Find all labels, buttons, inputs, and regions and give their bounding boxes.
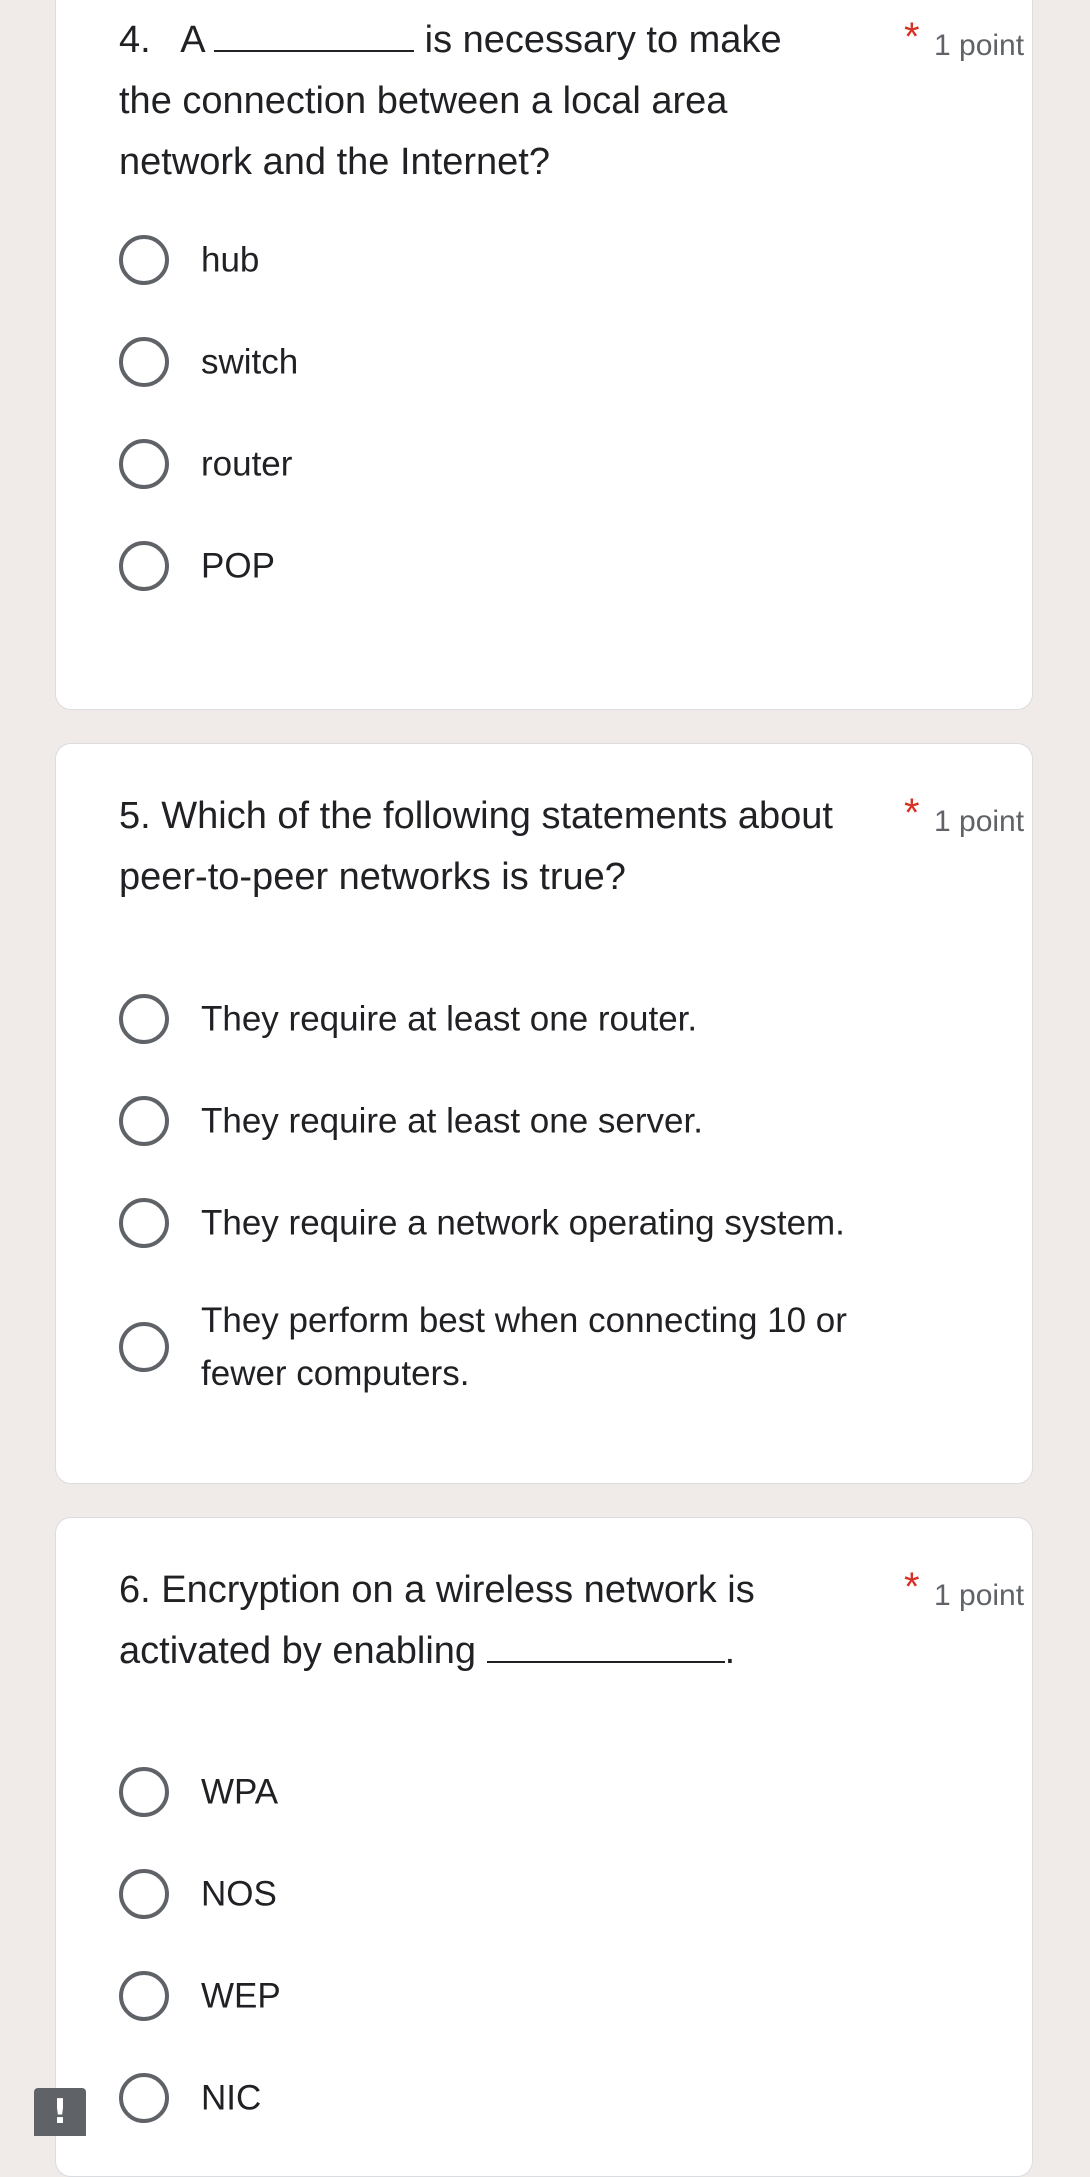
question-title: 6. Encryption on a wireless network is a…	[119, 1569, 755, 1672]
radio-button[interactable]	[119, 2073, 169, 2123]
question-card-6: 6. Encryption on a wireless network is a…	[55, 1517, 1033, 2177]
option-server-required[interactable]: They require at least one server.	[119, 1081, 969, 1161]
option-nos-required[interactable]: They require a network operating system.	[119, 1183, 969, 1263]
radio-button[interactable]	[119, 1198, 169, 1248]
radio-button[interactable]	[119, 439, 169, 489]
option-label: hub	[201, 240, 260, 280]
option-router-required[interactable]: They require at least one router.	[119, 979, 969, 1059]
radio-button[interactable]	[119, 235, 169, 285]
option-label: POP	[201, 546, 275, 586]
option-label: router	[201, 444, 293, 484]
question-number: 5.	[119, 795, 151, 837]
question-header: 5. Which of the following statements abo…	[119, 786, 1024, 926]
option-label: They perform best when connecting 10 or …	[201, 1301, 847, 1393]
option-label: switch	[201, 342, 299, 382]
option-hub[interactable]: hub	[119, 220, 969, 300]
question-card-4: 4. A is necessary to make the connection…	[55, 0, 1033, 710]
option-label: They require at least one router.	[201, 999, 698, 1039]
report-issue-icon[interactable]: !	[34, 2088, 86, 2136]
option-wpa[interactable]: WPA	[119, 1752, 969, 1832]
option-label: WEP	[201, 1976, 281, 2016]
question-number: 6.	[119, 1569, 151, 1611]
required-asterisk: *	[904, 1565, 920, 1609]
option-label: NOS	[201, 1874, 277, 1914]
fill-in-blank	[214, 14, 415, 52]
required-asterisk: *	[904, 15, 920, 59]
radio-button[interactable]	[119, 337, 169, 387]
option-wep[interactable]: WEP	[119, 1956, 969, 2036]
question-title: 4. A is necessary to make the connection…	[119, 10, 839, 193]
points-label: 1 point	[934, 29, 1025, 62]
radio-button[interactable]	[119, 541, 169, 591]
option-nos[interactable]: NOS	[119, 1854, 969, 1934]
radio-button[interactable]	[119, 1869, 169, 1919]
radio-button[interactable]	[119, 1767, 169, 1817]
option-router[interactable]: router	[119, 424, 969, 504]
question-header: 4. A is necessary to make the connection…	[119, 10, 1024, 183]
radio-button[interactable]	[119, 1971, 169, 2021]
radio-button[interactable]	[119, 1322, 169, 1372]
question-number: 4.	[119, 19, 151, 61]
option-label: NIC	[201, 2078, 262, 2118]
required-asterisk: *	[904, 791, 920, 835]
option-switch[interactable]: switch	[119, 322, 969, 402]
option-pop[interactable]: POP	[119, 526, 969, 606]
radio-button[interactable]	[119, 1096, 169, 1146]
fill-in-blank	[486, 1625, 725, 1663]
radio-button[interactable]	[119, 994, 169, 1044]
option-label: WPA	[201, 1772, 279, 1812]
option-label: They require at least one server.	[201, 1101, 703, 1141]
option-nic[interactable]: NIC	[119, 2058, 969, 2138]
points-label: 1 point	[934, 1579, 1025, 1612]
question-title: 5. Which of the following statements abo…	[119, 795, 833, 898]
question-header: 6. Encryption on a wireless network is a…	[119, 1560, 1024, 1700]
points-label: 1 point	[934, 805, 1025, 838]
option-ten-or-fewer[interactable]: They perform best when connecting 10 or …	[119, 1291, 969, 1403]
question-card-5: 5. Which of the following statements abo…	[55, 743, 1033, 1484]
option-label: They require a network operating system.	[201, 1203, 845, 1243]
